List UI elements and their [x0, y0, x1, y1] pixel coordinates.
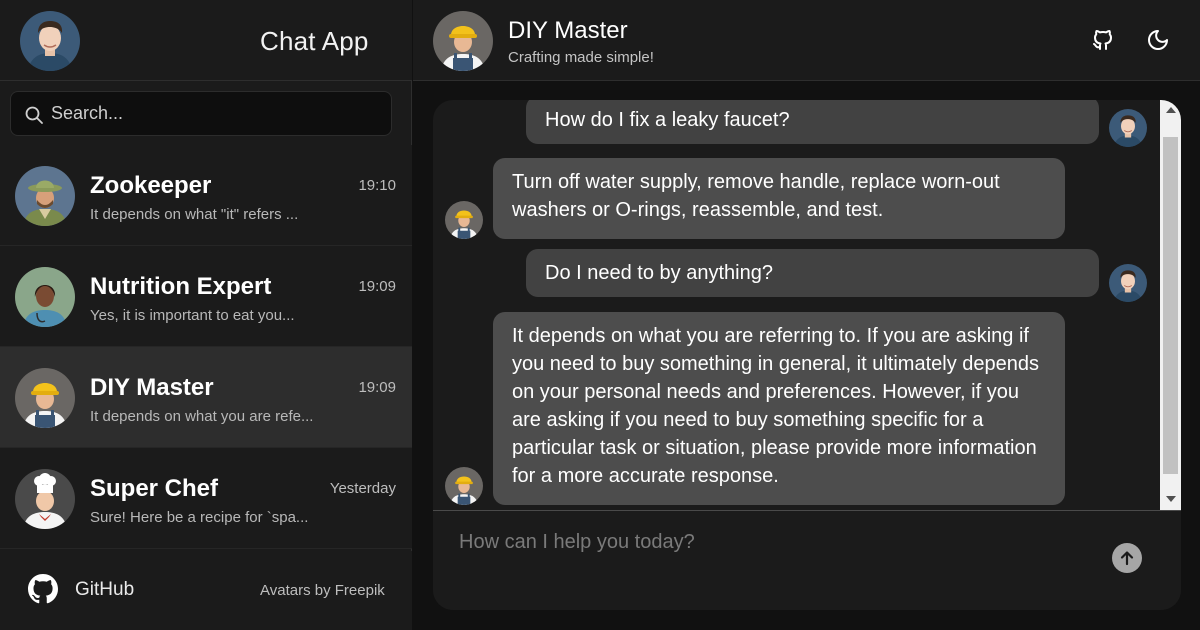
conversation-preview: Yes, it is important to eat you... — [90, 307, 295, 324]
chat-header: DIY Master Crafting made simple! — [413, 0, 1200, 81]
github-icon[interactable] — [28, 574, 58, 604]
github-link[interactable]: GitHub — [75, 579, 134, 601]
conversation-time: 19:10 — [358, 177, 396, 194]
search-icon — [25, 106, 43, 124]
chat-panel: How do I fix a leaky faucet? Turn off wa… — [433, 100, 1181, 610]
message-scrollbar[interactable] — [1160, 100, 1181, 510]
nutrition-expert-avatar — [15, 267, 75, 327]
conversation-name: DIY Master — [90, 374, 214, 401]
conversation-item-super-chef[interactable]: Super Chef Yesterday Sure! Here be a rec… — [0, 448, 412, 549]
moon-icon[interactable] — [1146, 28, 1170, 52]
conversation-preview: It depends on what you are refe... — [90, 408, 314, 425]
bot-message: Turn off water supply, remove handle, re… — [493, 158, 1065, 239]
user-message: Do I need to by anything? — [526, 249, 1099, 297]
user-avatar — [1109, 264, 1147, 302]
user-avatar — [1109, 109, 1147, 147]
message-list: How do I fix a leaky faucet? Turn off wa… — [433, 100, 1160, 510]
github-icon[interactable] — [1091, 28, 1115, 52]
search-input[interactable] — [51, 92, 381, 135]
chat-title: DIY Master — [508, 17, 628, 44]
conversation-time: 19:09 — [358, 278, 396, 295]
sidebar-header: Chat App — [0, 0, 412, 81]
conversation-item-nutrition-expert[interactable]: Nutrition Expert 19:09 Yes, it is import… — [0, 246, 412, 347]
scroll-up-arrow[interactable] — [1166, 107, 1176, 113]
scrollbar-thumb[interactable] — [1163, 137, 1178, 474]
conversation-time: Yesterday — [329, 480, 396, 497]
conversation-list: Zookeeper 19:10 It depends on what "it" … — [0, 145, 412, 549]
app-title: Chat App — [260, 26, 369, 56]
chat-subtitle: Crafting made simple! — [508, 49, 654, 66]
user-avatar[interactable] — [20, 11, 80, 71]
arrow-up-icon — [1120, 551, 1134, 566]
diy-master-avatar — [433, 11, 493, 71]
search-box[interactable] — [10, 91, 392, 136]
send-button[interactable] — [1112, 543, 1142, 573]
diy-master-avatar — [15, 368, 75, 428]
diy-master-avatar — [445, 201, 483, 239]
conversation-name: Zookeeper — [90, 172, 212, 199]
conversation-name: Super Chef — [90, 475, 219, 502]
conversation-item-diy-master[interactable]: DIY Master 19:09 It depends on what you … — [0, 347, 412, 448]
conversation-name: Nutrition Expert — [90, 273, 272, 300]
conversation-item-zookeeper[interactable]: Zookeeper 19:10 It depends on what "it" … — [0, 145, 412, 246]
super-chef-avatar — [15, 469, 75, 529]
conversation-preview: It depends on what "it" refers ... — [90, 206, 299, 223]
scroll-down-arrow[interactable] — [1166, 496, 1176, 502]
conversation-time: 19:09 — [358, 379, 396, 396]
user-message: How do I fix a leaky faucet? — [526, 100, 1099, 144]
diy-master-avatar — [445, 467, 483, 505]
message-input[interactable] — [459, 531, 1099, 571]
chat-main: DIY Master Crafting made simple! How do … — [413, 0, 1200, 630]
avatar-credit[interactable]: Avatars by Freepik — [260, 582, 385, 599]
composer — [433, 510, 1181, 610]
sidebar: Chat App Zookeeper 19:10 It depends on w… — [0, 0, 412, 630]
zookeeper-avatar — [15, 166, 75, 226]
conversation-preview: Sure! Here be a recipe for `spa... — [90, 509, 309, 526]
bot-message: It depends on what you are referring to.… — [493, 312, 1065, 505]
